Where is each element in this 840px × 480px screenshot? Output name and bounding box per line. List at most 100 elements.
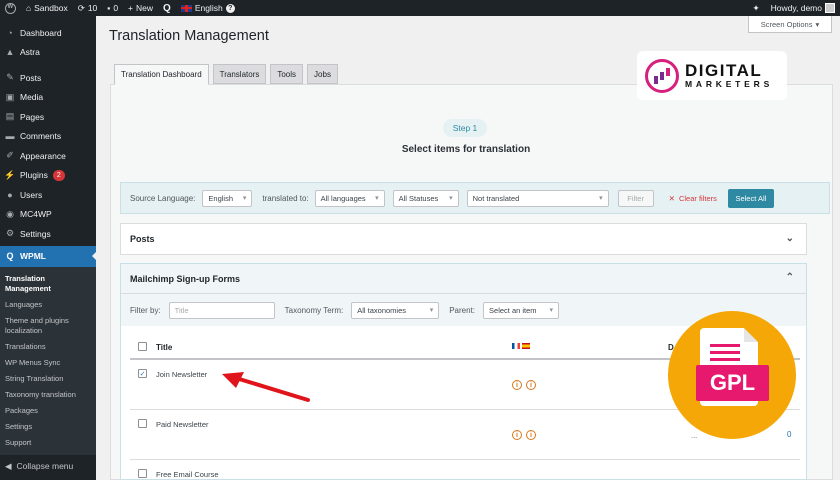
mailchimp-section-header[interactable]: Mailchimp Sign-up Forms ⌃ (121, 264, 806, 294)
tab-translators[interactable]: Translators (212, 64, 267, 84)
chevron-down-icon: ▾ (815, 19, 820, 29)
french-flag-icon (512, 343, 520, 349)
sidebar-item-users[interactable]: ● Users (0, 185, 96, 205)
translation-status: ii (512, 380, 536, 390)
title-filter-placeholder: Title (174, 305, 189, 315)
translation-status: ii (512, 430, 536, 440)
sidebar-item-settings[interactable]: ⚙ Settings (0, 224, 96, 244)
language-switcher[interactable]: English? (176, 0, 240, 16)
info-icon[interactable]: i (526, 380, 536, 390)
sidebar-item-label: Media (20, 92, 44, 103)
astra-icon: ▲ (5, 47, 15, 58)
taxonomy-select[interactable]: All taxonomies ▾ (351, 301, 440, 319)
title-filter-input[interactable]: Title (168, 301, 275, 319)
submenu-translations[interactable]: Translations (0, 339, 96, 355)
pointer-arrow-icon (222, 372, 310, 402)
spanish-flag-icon (522, 343, 530, 349)
chevron-down-icon: ▾ (449, 195, 453, 202)
collapse-menu-button[interactable]: ◀ Collapse menu (0, 455, 96, 478)
source-language-select[interactable]: English ▾ (202, 189, 253, 207)
sidebar-item-media[interactable]: ▣ Media (0, 88, 96, 108)
sidebar-item-posts[interactable]: ✎ Posts (0, 68, 96, 88)
new-content-link[interactable]: + New (123, 0, 158, 16)
screen-options-button[interactable]: Screen Options ▾ (748, 16, 832, 33)
clear-filters-label: Clear filters (678, 193, 717, 203)
tab-jobs[interactable]: Jobs (307, 64, 338, 84)
sidebar-item-comments[interactable]: ▬ Comments (0, 127, 96, 147)
table-row[interactable]: Free Email Course (130, 460, 800, 480)
select-all-checkbox[interactable] (138, 342, 147, 351)
dashboard-icon: ◔ (7, 27, 13, 38)
submenu-theme-plugins-localization[interactable]: Theme and plugins localization (0, 313, 96, 339)
tab-tools[interactable]: Tools (270, 64, 304, 84)
submenu-settings[interactable]: Settings (0, 419, 96, 435)
source-language-value: English (208, 193, 233, 203)
row-checkbox[interactable] (138, 469, 147, 478)
sidebar-item-plugins[interactable]: ⚡ Plugins 2 (0, 166, 96, 186)
submenu-translation-management[interactable]: Translation Management (0, 271, 96, 297)
posts-section-header[interactable]: Posts ⌄ (120, 223, 807, 255)
submenu-packages[interactable]: Packages (0, 403, 96, 419)
taxonomy-term-label: Taxonomy Term: (284, 305, 344, 315)
chevron-down-icon: ▾ (599, 195, 603, 202)
sidebar-item-pages[interactable]: ▤ Pages (0, 107, 96, 127)
sidebar-item-mc4wp[interactable]: ◉ MC4WP (0, 205, 96, 225)
pin-icon: ✎ (6, 72, 14, 83)
chevron-down-icon: ▾ (242, 195, 247, 202)
row-title: Paid Newsletter (156, 420, 209, 429)
updates-count: 10 (87, 3, 98, 13)
posts-section-title: Posts (130, 234, 155, 244)
comments-count: 0 (113, 3, 119, 13)
site-name-link[interactable]: ⌂ Sandbox (21, 0, 73, 16)
info-icon[interactable]: i (512, 430, 522, 440)
sidebar-item-dashboard[interactable]: ◔ Dashboard (0, 23, 96, 43)
target-language-select[interactable]: All languages ▾ (314, 189, 385, 207)
filter-bar: Source Language: English ▾ translated to:… (120, 182, 830, 214)
gpl-badge: GPL (668, 311, 796, 439)
settings-icon: ⚙ (5, 228, 15, 239)
submenu-string-translation[interactable]: String Translation (0, 371, 96, 387)
language-flags-header (512, 343, 530, 349)
wordpress-logo-button[interactable] (0, 0, 21, 16)
help-icon: ? (225, 3, 235, 13)
updates-icon: ⟳ (77, 2, 85, 13)
status-select[interactable]: All Statuses ▾ (392, 189, 459, 207)
select-all-button[interactable]: Select All (727, 188, 774, 208)
row-checkbox[interactable] (138, 419, 147, 428)
submenu-taxonomy-translation[interactable]: Taxonomy translation (0, 387, 96, 403)
source-language-label: Source Language: (130, 193, 196, 203)
uk-flag-icon (180, 4, 192, 12)
info-icon[interactable]: i (526, 430, 536, 440)
row-checkbox[interactable]: ✓ (138, 369, 147, 378)
parent-select[interactable]: Select an item ▾ (483, 301, 560, 319)
filter-button[interactable]: Filter (617, 189, 654, 207)
comments-link[interactable]: ▪ 0 (102, 0, 123, 16)
submenu-languages[interactable]: Languages (0, 297, 96, 313)
submenu-wp-menus-sync[interactable]: WP Menus Sync (0, 355, 96, 371)
taxonomy-value: All taxonomies (357, 305, 406, 315)
clear-filters-link[interactable]: ✕ Clear filters (669, 194, 717, 203)
sidebar-item-label: Posts (20, 72, 42, 83)
howdy-label: Howdy, demo (770, 3, 822, 13)
gpl-label: GPL (696, 365, 769, 401)
wpml-admin-icon[interactable]: Q (158, 0, 176, 16)
info-icon[interactable]: i (512, 380, 522, 390)
site-name-label: Sandbox (34, 3, 68, 13)
admin-bar: ⌂Sandbox ⟳10 ▪0 +New Q English? ✦ Howdy, … (0, 0, 840, 16)
sidebar-item-astra[interactable]: ▲ Astra (0, 43, 96, 63)
row-word-count: 0 (787, 430, 792, 439)
wpml-submenu: Translation Management Languages Theme a… (0, 266, 96, 455)
updates-link[interactable]: ⟳ 10 (73, 0, 103, 16)
chevron-down-icon: ▾ (375, 195, 379, 202)
chart-growth-icon (645, 58, 679, 93)
sidebar-item-appearance[interactable]: ✐ Appearance (0, 146, 96, 166)
sidebar-item-wpml[interactable]: Q WPML (0, 245, 96, 267)
sidebar-item-label: Users (20, 189, 43, 200)
account-menu[interactable]: ✦ Howdy, demo (748, 0, 840, 16)
translation-state-select[interactable]: Not translated ▾ (466, 189, 609, 207)
row-title: Free Email Course (156, 470, 219, 479)
title-column-header: Title (156, 343, 173, 352)
submenu-support[interactable]: Support (0, 435, 96, 451)
tab-translation-dashboard[interactable]: Translation Dashboard (114, 64, 209, 85)
sidebar-item-label: Settings (20, 228, 51, 239)
